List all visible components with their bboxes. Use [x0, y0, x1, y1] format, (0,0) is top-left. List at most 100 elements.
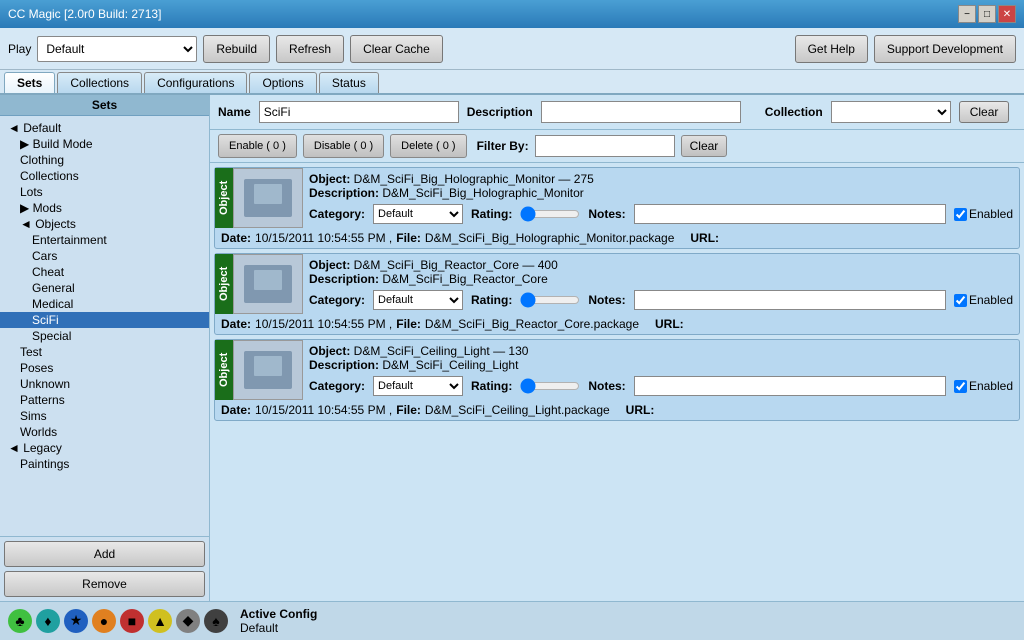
notes-input[interactable]: [634, 376, 946, 396]
tree-item-paintings[interactable]: Paintings: [0, 456, 209, 472]
remove-button[interactable]: Remove: [4, 571, 205, 597]
rating-slider[interactable]: [520, 206, 580, 222]
maximize-button[interactable]: □: [978, 5, 996, 23]
tree-item-unknown[interactable]: Unknown: [0, 376, 209, 392]
minimize-button[interactable]: −: [958, 5, 976, 23]
status-icon5[interactable]: ■: [120, 609, 144, 633]
description-input[interactable]: [541, 101, 741, 123]
tree-item-legacy[interactable]: ◄ Legacy: [0, 440, 209, 456]
file-label: File:: [396, 317, 421, 331]
sidebar-buttons: Add Remove: [0, 536, 209, 601]
status-icon2[interactable]: ♦: [36, 609, 60, 633]
rating-slider[interactable]: [520, 378, 580, 394]
tab-options[interactable]: Options: [249, 72, 316, 93]
enabled-container: Enabled: [954, 379, 1013, 393]
tree-item-poses[interactable]: Poses: [0, 360, 209, 376]
tree-item-entertainment[interactable]: Entertainment: [0, 232, 209, 248]
delete-button[interactable]: Delete ( 0 ): [390, 134, 466, 158]
status-icon1[interactable]: ♣: [8, 609, 32, 633]
file-value: D&M_SciFi_Ceiling_Light.package: [425, 403, 610, 417]
tree-item-patterns[interactable]: Patterns: [0, 392, 209, 408]
status-icon6[interactable]: ▲: [148, 609, 172, 633]
play-select[interactable]: Default: [37, 36, 197, 62]
item-tag: Object: [215, 254, 233, 314]
description-label: Description: [467, 105, 533, 119]
item-meta-row: Category: Default Rating: Notes: Enabled: [309, 290, 1013, 310]
meta-row: Name Description Collection Clear: [210, 95, 1024, 130]
enabled-checkbox[interactable]: [954, 208, 967, 221]
item-tag: Object: [215, 340, 233, 400]
tree-item-scifi[interactable]: SciFi: [0, 312, 209, 328]
filter-label: Filter By:: [477, 139, 529, 153]
tree-item-cheat[interactable]: Cheat: [0, 264, 209, 280]
tree-item-medical[interactable]: Medical: [0, 296, 209, 312]
url-label: URL:: [690, 231, 719, 245]
tree-item-cars[interactable]: Cars: [0, 248, 209, 264]
tree-item-worlds[interactable]: Worlds: [0, 424, 209, 440]
status-icon7[interactable]: ◆: [176, 609, 200, 633]
item-details: Object: D&M_SciFi_Big_Holographic_Monito…: [303, 168, 1019, 228]
tree-item-collections[interactable]: Collections: [0, 168, 209, 184]
name-label: Name: [218, 105, 251, 119]
enabled-container: Enabled: [954, 293, 1013, 307]
category-select[interactable]: Default: [373, 290, 463, 310]
enabled-label: Enabled: [969, 293, 1013, 307]
item-desc-line: Description: D&M_SciFi_Big_Reactor_Core: [309, 272, 1013, 286]
tab-collections[interactable]: Collections: [57, 72, 142, 93]
name-input[interactable]: [259, 101, 459, 123]
support-button[interactable]: Support Development: [874, 35, 1016, 63]
item-body: Object Object: D&M_SciFi_Big_Holographic…: [215, 168, 1019, 228]
tab-configurations[interactable]: Configurations: [144, 72, 247, 93]
active-config-value: Default: [240, 621, 317, 635]
enabled-checkbox[interactable]: [954, 380, 967, 393]
file-label: File:: [396, 403, 421, 417]
category-select[interactable]: Default: [373, 376, 463, 396]
close-button[interactable]: ✕: [998, 5, 1016, 23]
tree-item-default[interactable]: ◄ Default: [0, 120, 209, 136]
rebuild-button[interactable]: Rebuild: [203, 35, 270, 63]
notes-input[interactable]: [634, 204, 946, 224]
tree-item-mods[interactable]: ▶ Mods: [0, 200, 209, 216]
content-area: Name Description Collection Clear Enable…: [210, 95, 1024, 601]
filter-input[interactable]: [535, 135, 675, 157]
clear-cache-button[interactable]: Clear Cache: [350, 35, 443, 63]
date-value: 10/15/2011 10:54:55 PM ,: [255, 317, 392, 331]
tree-item-build-mode[interactable]: ▶ Build Mode: [0, 136, 209, 152]
tree-item-sims[interactable]: Sims: [0, 408, 209, 424]
status-icon4[interactable]: ●: [92, 609, 116, 633]
active-config: Active Config Default: [240, 607, 317, 635]
get-help-button[interactable]: Get Help: [795, 35, 868, 63]
rating-label: Rating:: [471, 293, 512, 307]
notes-label: Notes:: [588, 207, 625, 221]
disable-button[interactable]: Disable ( 0 ): [303, 134, 384, 158]
status-icon3[interactable]: ★: [64, 609, 88, 633]
tree-item-objects[interactable]: ◄ Objects: [0, 216, 209, 232]
window-controls: − □ ✕: [958, 5, 1016, 23]
add-button[interactable]: Add: [4, 541, 205, 567]
status-icon8[interactable]: ♠: [204, 609, 228, 633]
titlebar: CC Magic [2.0r0 Build: 2713] − □ ✕: [0, 0, 1024, 28]
tree-item-special[interactable]: Special: [0, 328, 209, 344]
tree-item-lots[interactable]: Lots: [0, 184, 209, 200]
notes-input[interactable]: [634, 290, 946, 310]
date-label: Date:: [221, 403, 251, 417]
tree-item-clothing[interactable]: Clothing: [0, 152, 209, 168]
tree: ◄ Default▶ Build ModeClothingCollections…: [0, 116, 209, 536]
category-select[interactable]: Default: [373, 204, 463, 224]
enable-button[interactable]: Enable ( 0 ): [218, 134, 297, 158]
date-label: Date:: [221, 317, 251, 331]
app-title: CC Magic [2.0r0 Build: 2713]: [8, 7, 161, 21]
collection-select[interactable]: [831, 101, 951, 123]
tab-status[interactable]: Status: [319, 72, 379, 93]
refresh-button[interactable]: Refresh: [276, 35, 344, 63]
rating-slider[interactable]: [520, 292, 580, 308]
action-bar: Enable ( 0 ) Disable ( 0 ) Delete ( 0 ) …: [210, 130, 1024, 163]
tab-sets[interactable]: Sets: [4, 72, 55, 93]
rating-label: Rating:: [471, 207, 512, 221]
url-label: URL:: [626, 403, 655, 417]
tree-item-general[interactable]: General: [0, 280, 209, 296]
clear-filter-button[interactable]: Clear: [681, 135, 728, 157]
tree-item-test[interactable]: Test: [0, 344, 209, 360]
enabled-checkbox[interactable]: [954, 294, 967, 307]
collection-clear-button[interactable]: Clear: [959, 101, 1010, 123]
